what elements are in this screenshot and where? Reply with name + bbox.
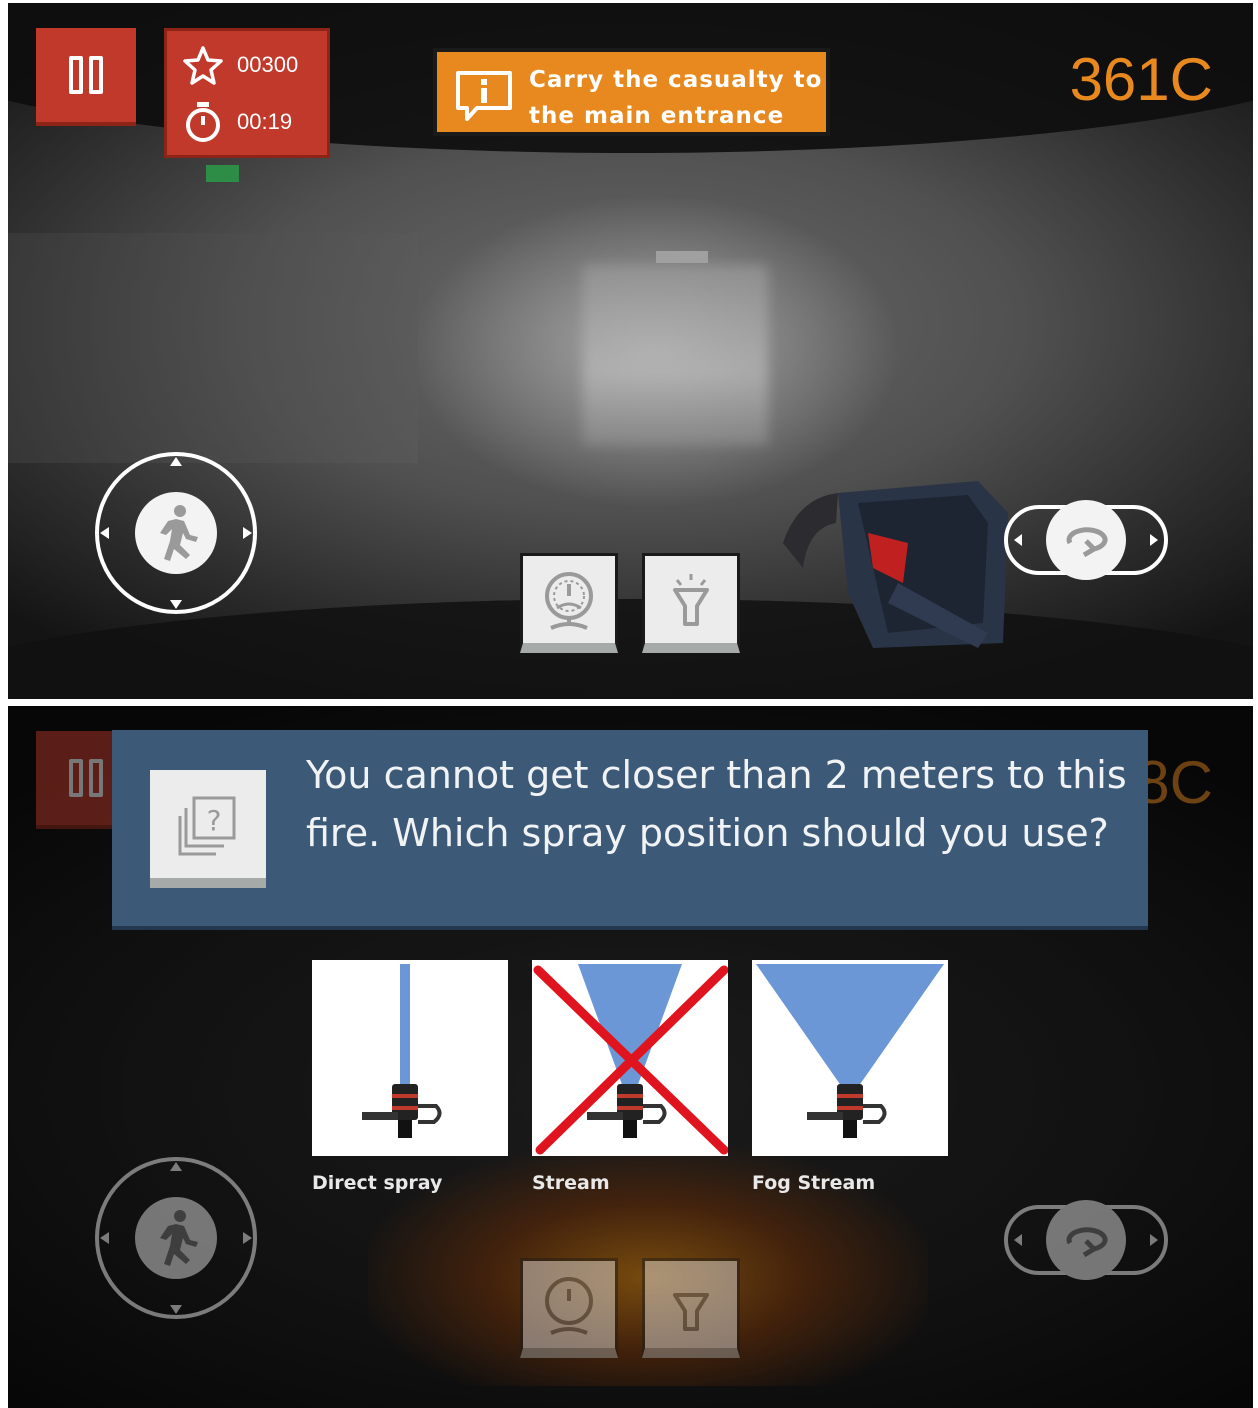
flashlight-button-dimmed <box>642 1258 740 1358</box>
score-row: 00300 <box>181 45 298 85</box>
objective-text: Carry the casualty to the main entrance <box>529 67 823 129</box>
star-icon <box>183 46 223 85</box>
question-banner: ? You cannot get closer than 2 meters to… <box>112 730 1148 926</box>
flashlight-button[interactable] <box>642 553 740 653</box>
option-label: Fog Stream <box>752 1172 876 1194</box>
pressure-gauge-button-dimmed <box>520 1258 618 1358</box>
pressure-gauge-button[interactable] <box>520 553 618 653</box>
option-stream[interactable]: Stream <box>532 960 728 1194</box>
movement-joystick-dimmed <box>95 1157 257 1319</box>
stopwatch-icon <box>186 102 220 142</box>
timer-row: 00:19 <box>181 101 292 143</box>
nozzle-icon <box>807 1084 887 1138</box>
pressure-gauge-icon <box>545 571 593 630</box>
option-direct-spray[interactable]: Direct spray <box>312 960 508 1194</box>
game-view-top: 00300 00:19 Carry the casualty to the ma… <box>8 3 1253 699</box>
timer-value: 00:19 <box>237 109 293 134</box>
score-value: 00300 <box>237 52 299 77</box>
question-mark-icon: ? <box>178 796 236 856</box>
stream-image <box>533 964 728 1155</box>
rotate-control-dimmed <box>1004 1200 1168 1280</box>
option-image <box>752 960 948 1156</box>
fog-stream-image <box>756 964 944 1138</box>
nozzle-icon <box>362 1084 442 1138</box>
score-timer-panel: 00300 00:19 <box>164 28 330 158</box>
pause-icon <box>69 759 83 797</box>
flashlight-icon <box>673 573 709 626</box>
question-text: You cannot get closer than 2 meters to t… <box>306 753 1127 855</box>
objective-banner: Carry the casualty to the main entrance <box>433 48 830 136</box>
exit-sign <box>206 165 239 182</box>
movement-joystick[interactable] <box>94 451 258 615</box>
rotate-control[interactable] <box>1004 499 1168 581</box>
option-image <box>532 960 728 1156</box>
temperature-readout: 361C <box>1069 46 1213 113</box>
ceiling-light <box>656 251 708 263</box>
pause-icon <box>69 56 83 94</box>
question-card-icon: ? <box>150 770 266 888</box>
option-fog-stream[interactable]: Fog Stream <box>752 960 948 1194</box>
flashlight-icon <box>673 1292 709 1331</box>
info-icon <box>456 71 512 121</box>
direct-spray-image <box>362 964 442 1138</box>
left-wall <box>8 233 418 463</box>
pause-icon-bar <box>89 759 103 797</box>
corridor-light <box>583 265 768 445</box>
pause-button[interactable] <box>36 28 136 126</box>
option-image <box>312 960 508 1156</box>
pressure-gauge-icon <box>545 1276 593 1335</box>
pause-icon-bar <box>89 56 103 94</box>
hose-nozzle-prop <box>783 481 1008 648</box>
option-label: Direct spray <box>312 1172 443 1194</box>
svg-text:?: ? <box>207 804 222 837</box>
option-label: Stream <box>532 1172 610 1194</box>
game-view-bottom: 388C <box>8 706 1253 1408</box>
